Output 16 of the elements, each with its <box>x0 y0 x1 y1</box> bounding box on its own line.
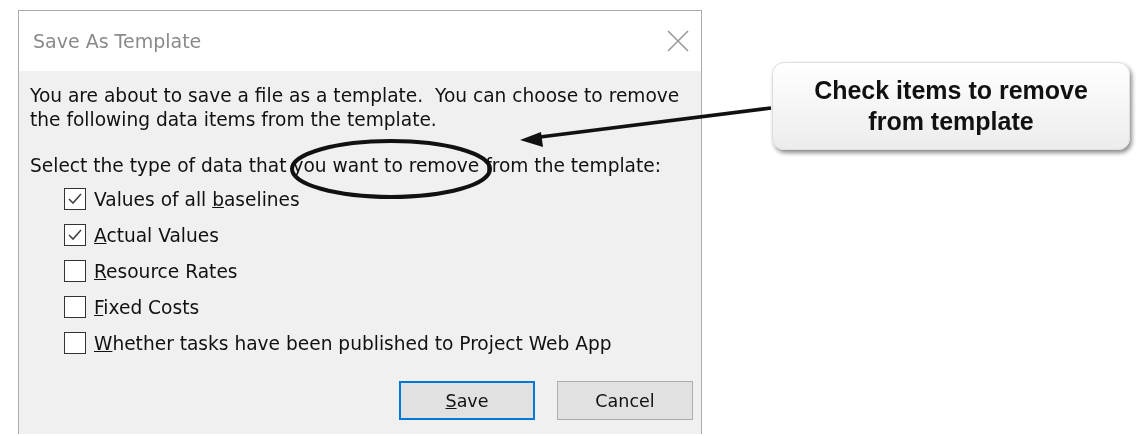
checkbox[interactable] <box>64 296 86 318</box>
checkbox[interactable] <box>64 188 86 210</box>
checkbox-label[interactable]: Actual Values <box>94 224 219 246</box>
checkbox-label[interactable]: Values of all baselines <box>94 188 300 210</box>
checkbox[interactable] <box>64 332 86 354</box>
checkbox-label[interactable]: Whether tasks have been published to Project Web App <box>94 332 612 354</box>
save-button[interactable]: Save <box>399 381 535 420</box>
callout-box: Check items to remove from template <box>772 62 1130 150</box>
intro-text: You are about to save a file as a template. You can choose to remove the following data items from the template. <box>30 84 681 132</box>
checkbox-label[interactable]: Resource Rates <box>94 260 238 282</box>
checkbox[interactable] <box>64 224 86 246</box>
checkbox-label[interactable]: Fixed Costs <box>94 296 200 318</box>
window-title: Save As Template <box>33 30 202 52</box>
cancel-button[interactable]: Cancel <box>557 381 693 420</box>
checkbox[interactable] <box>64 260 86 282</box>
close-icon[interactable] <box>667 30 689 52</box>
